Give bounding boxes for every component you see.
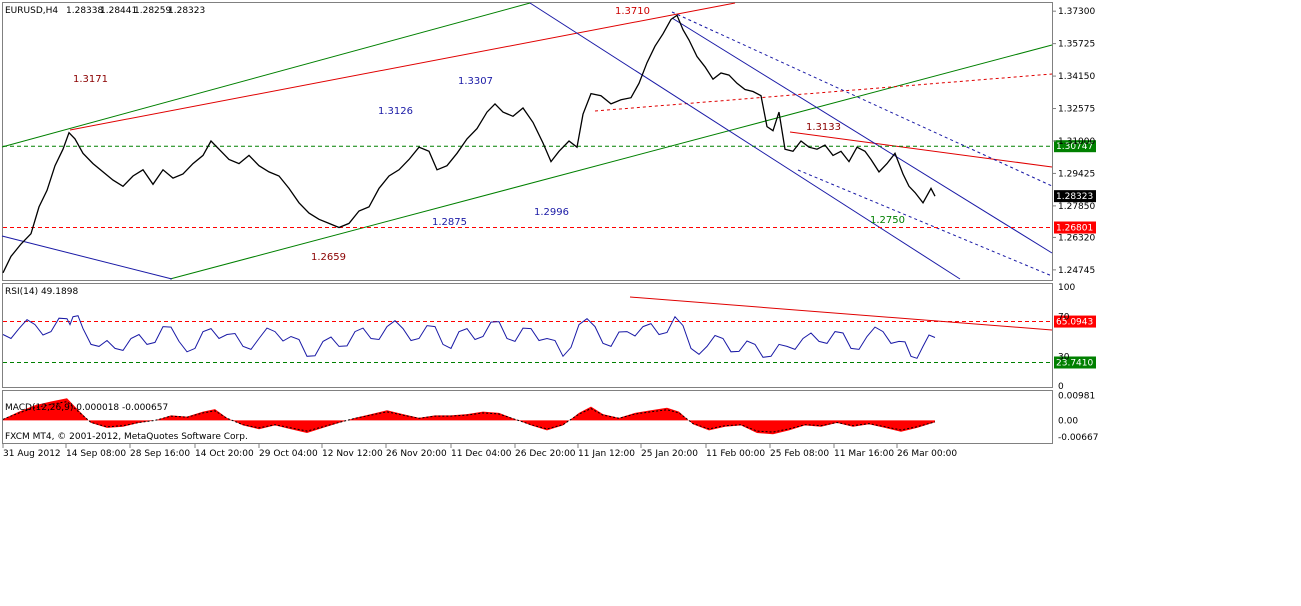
time-tick-label: 31 Aug 2012 [3, 449, 61, 459]
rsi-tick-label: 70 [1058, 313, 1070, 323]
current-price-label: 1.28323 [1056, 192, 1093, 202]
blue-upper-descending-line [671, 17, 1053, 254]
rsi-axis: 100 70 30 0 [1058, 283, 1075, 392]
ohlc-low: 1.28259 [134, 6, 171, 16]
ohlc-open: 1.28338 [66, 6, 103, 16]
time-tick-label: 25 Feb 08:00 [770, 449, 829, 459]
price-tick-label: 1.31000 [1058, 137, 1095, 147]
price-annotation-label: 1.3133 [806, 122, 841, 133]
time-tick-label: 14 Sep 08:00 [66, 449, 126, 459]
price-tick-label: 1.35725 [1058, 40, 1095, 50]
time-tick-label: 11 Feb 00:00 [706, 449, 765, 459]
price-annotation-label: 1.3126 [378, 106, 413, 117]
price-tick-label: 1.32575 [1058, 105, 1095, 115]
lower-green-channel-line [169, 44, 1053, 280]
time-tick-label: 12 Nov 12:00 [322, 449, 383, 459]
price-annotations: 1.3710 1.3171 1.3126 1.3307 1.3133 1.2875 1.29… [73, 6, 905, 263]
red-lower-highs-line [789, 131, 1053, 168]
ohlc-close: 1.28323 [168, 6, 205, 16]
price-level-label: 1.26801 [1056, 224, 1093, 234]
blue-dotted-upper-line [671, 11, 1053, 187]
time-tick-label: 29 Oct 04:00 [259, 449, 318, 459]
price-panel-frame [2, 2, 1053, 281]
price-annotation-label: 1.2750 [870, 215, 905, 226]
blue-lower-descending-line [529, 2, 961, 280]
price-annotation-label: 1.3171 [73, 74, 108, 85]
price-annotation-label: 1.3307 [458, 76, 493, 87]
rsi-levels: 65.094323.7410 [3, 315, 1096, 369]
rsi-tick-label: 100 [1058, 283, 1075, 293]
macd-panel-title: MACD(12,26,9) 0.000018 -0.000657 [5, 403, 168, 413]
price-annotation-label: 1.3710 [615, 6, 650, 17]
price-tick-label: 1.34150 [1058, 72, 1095, 82]
price-panel-title: EURUSD,H4 [5, 6, 58, 16]
price-tick-label: 1.37300 [1058, 7, 1095, 17]
time-tick-label: 11 Mar 16:00 [834, 449, 894, 459]
price-annotation-label: 1.2996 [534, 207, 569, 218]
blue-left-support-line [1, 235, 173, 280]
price-axis: 1.37300 1.35725 1.34150 1.32575 1.31000 1.294… [1052, 7, 1096, 276]
price-analysis-lines [1, 2, 1053, 280]
rsi-series-group [2, 315, 936, 359]
price-levels: 1.307471.26801 [3, 140, 1096, 234]
macd-axis: 0.00981 0.00 -0.00667 [1058, 392, 1098, 443]
macd-tick-label: -0.00667 [1058, 433, 1098, 443]
price-tick-label: 1.24745 [1058, 266, 1095, 276]
time-axis: 31 Aug 2012 14 Sep 08:00 28 Sep 16:00 14 Oc… [2, 444, 957, 459]
copyright-footer: FXCM MT4, © 2001-2012, MetaQuotes Softwa… [5, 432, 248, 442]
time-tick-label: 28 Sep 16:00 [130, 449, 190, 459]
time-tick-label: 14 Oct 20:00 [195, 449, 254, 459]
price-annotation-label: 1.2659 [311, 252, 346, 263]
price-tick-label: 1.29425 [1058, 169, 1095, 179]
time-tick-label: 25 Jan 20:00 [641, 449, 698, 459]
blue-dotted-lower-line [797, 169, 1053, 277]
rsi-tick-label: 0 [1058, 382, 1064, 392]
price-tick-label: 1.26320 [1058, 233, 1095, 243]
time-tick-label: 26 Mar 00:00 [897, 449, 957, 459]
time-tick-label: 11 Dec 04:00 [451, 449, 512, 459]
price-annotation-label: 1.2875 [432, 217, 467, 228]
time-tick-label: 11 Jan 12:00 [578, 449, 635, 459]
rsi-line [2, 315, 936, 359]
trading-chart: 1.307471.26801 1.37101.31711.31261.33071… [1, 2, 1098, 459]
time-tick-label: 26 Dec 20:00 [515, 449, 576, 459]
macd-tick-label: 0.00 [1058, 416, 1078, 426]
rsi-trendline [629, 296, 1053, 331]
rsi-panel-title: RSI(14) 49.1898 [5, 287, 78, 297]
rsi-tick-label: 30 [1058, 352, 1070, 362]
ohlc-high: 1.28441 [100, 6, 137, 16]
rsi-panel-frame [2, 283, 1053, 388]
time-tick-label: 26 Nov 20:00 [386, 449, 447, 459]
macd-tick-label: 0.00981 [1058, 392, 1095, 402]
price-tick-label: 1.27850 [1058, 202, 1095, 212]
